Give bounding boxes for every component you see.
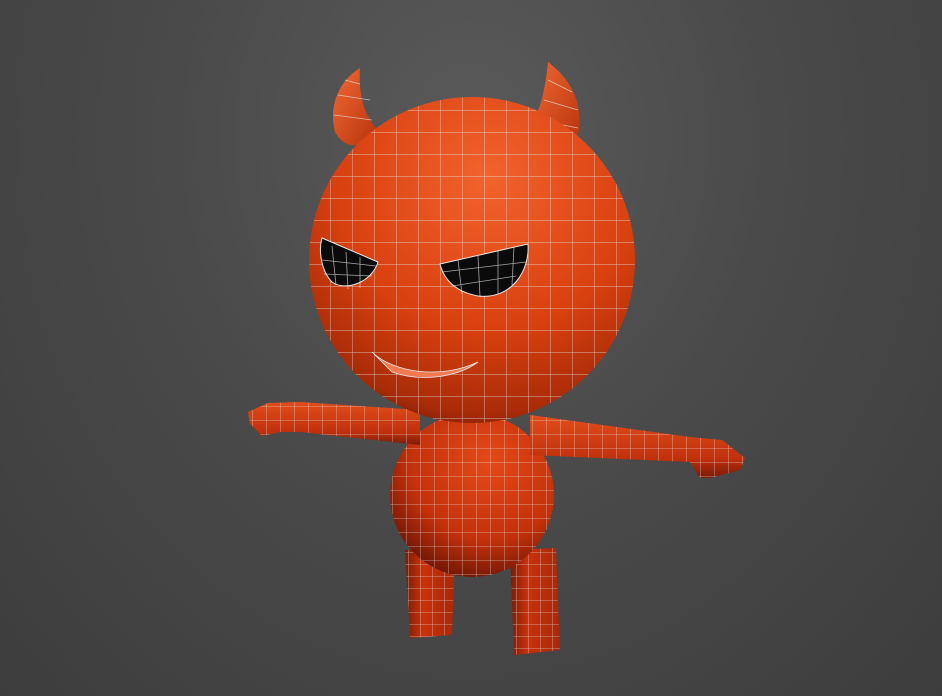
devil-model-render[interactable]	[0, 0, 942, 696]
right-arm	[530, 415, 745, 478]
3d-viewport[interactable]	[0, 0, 942, 696]
